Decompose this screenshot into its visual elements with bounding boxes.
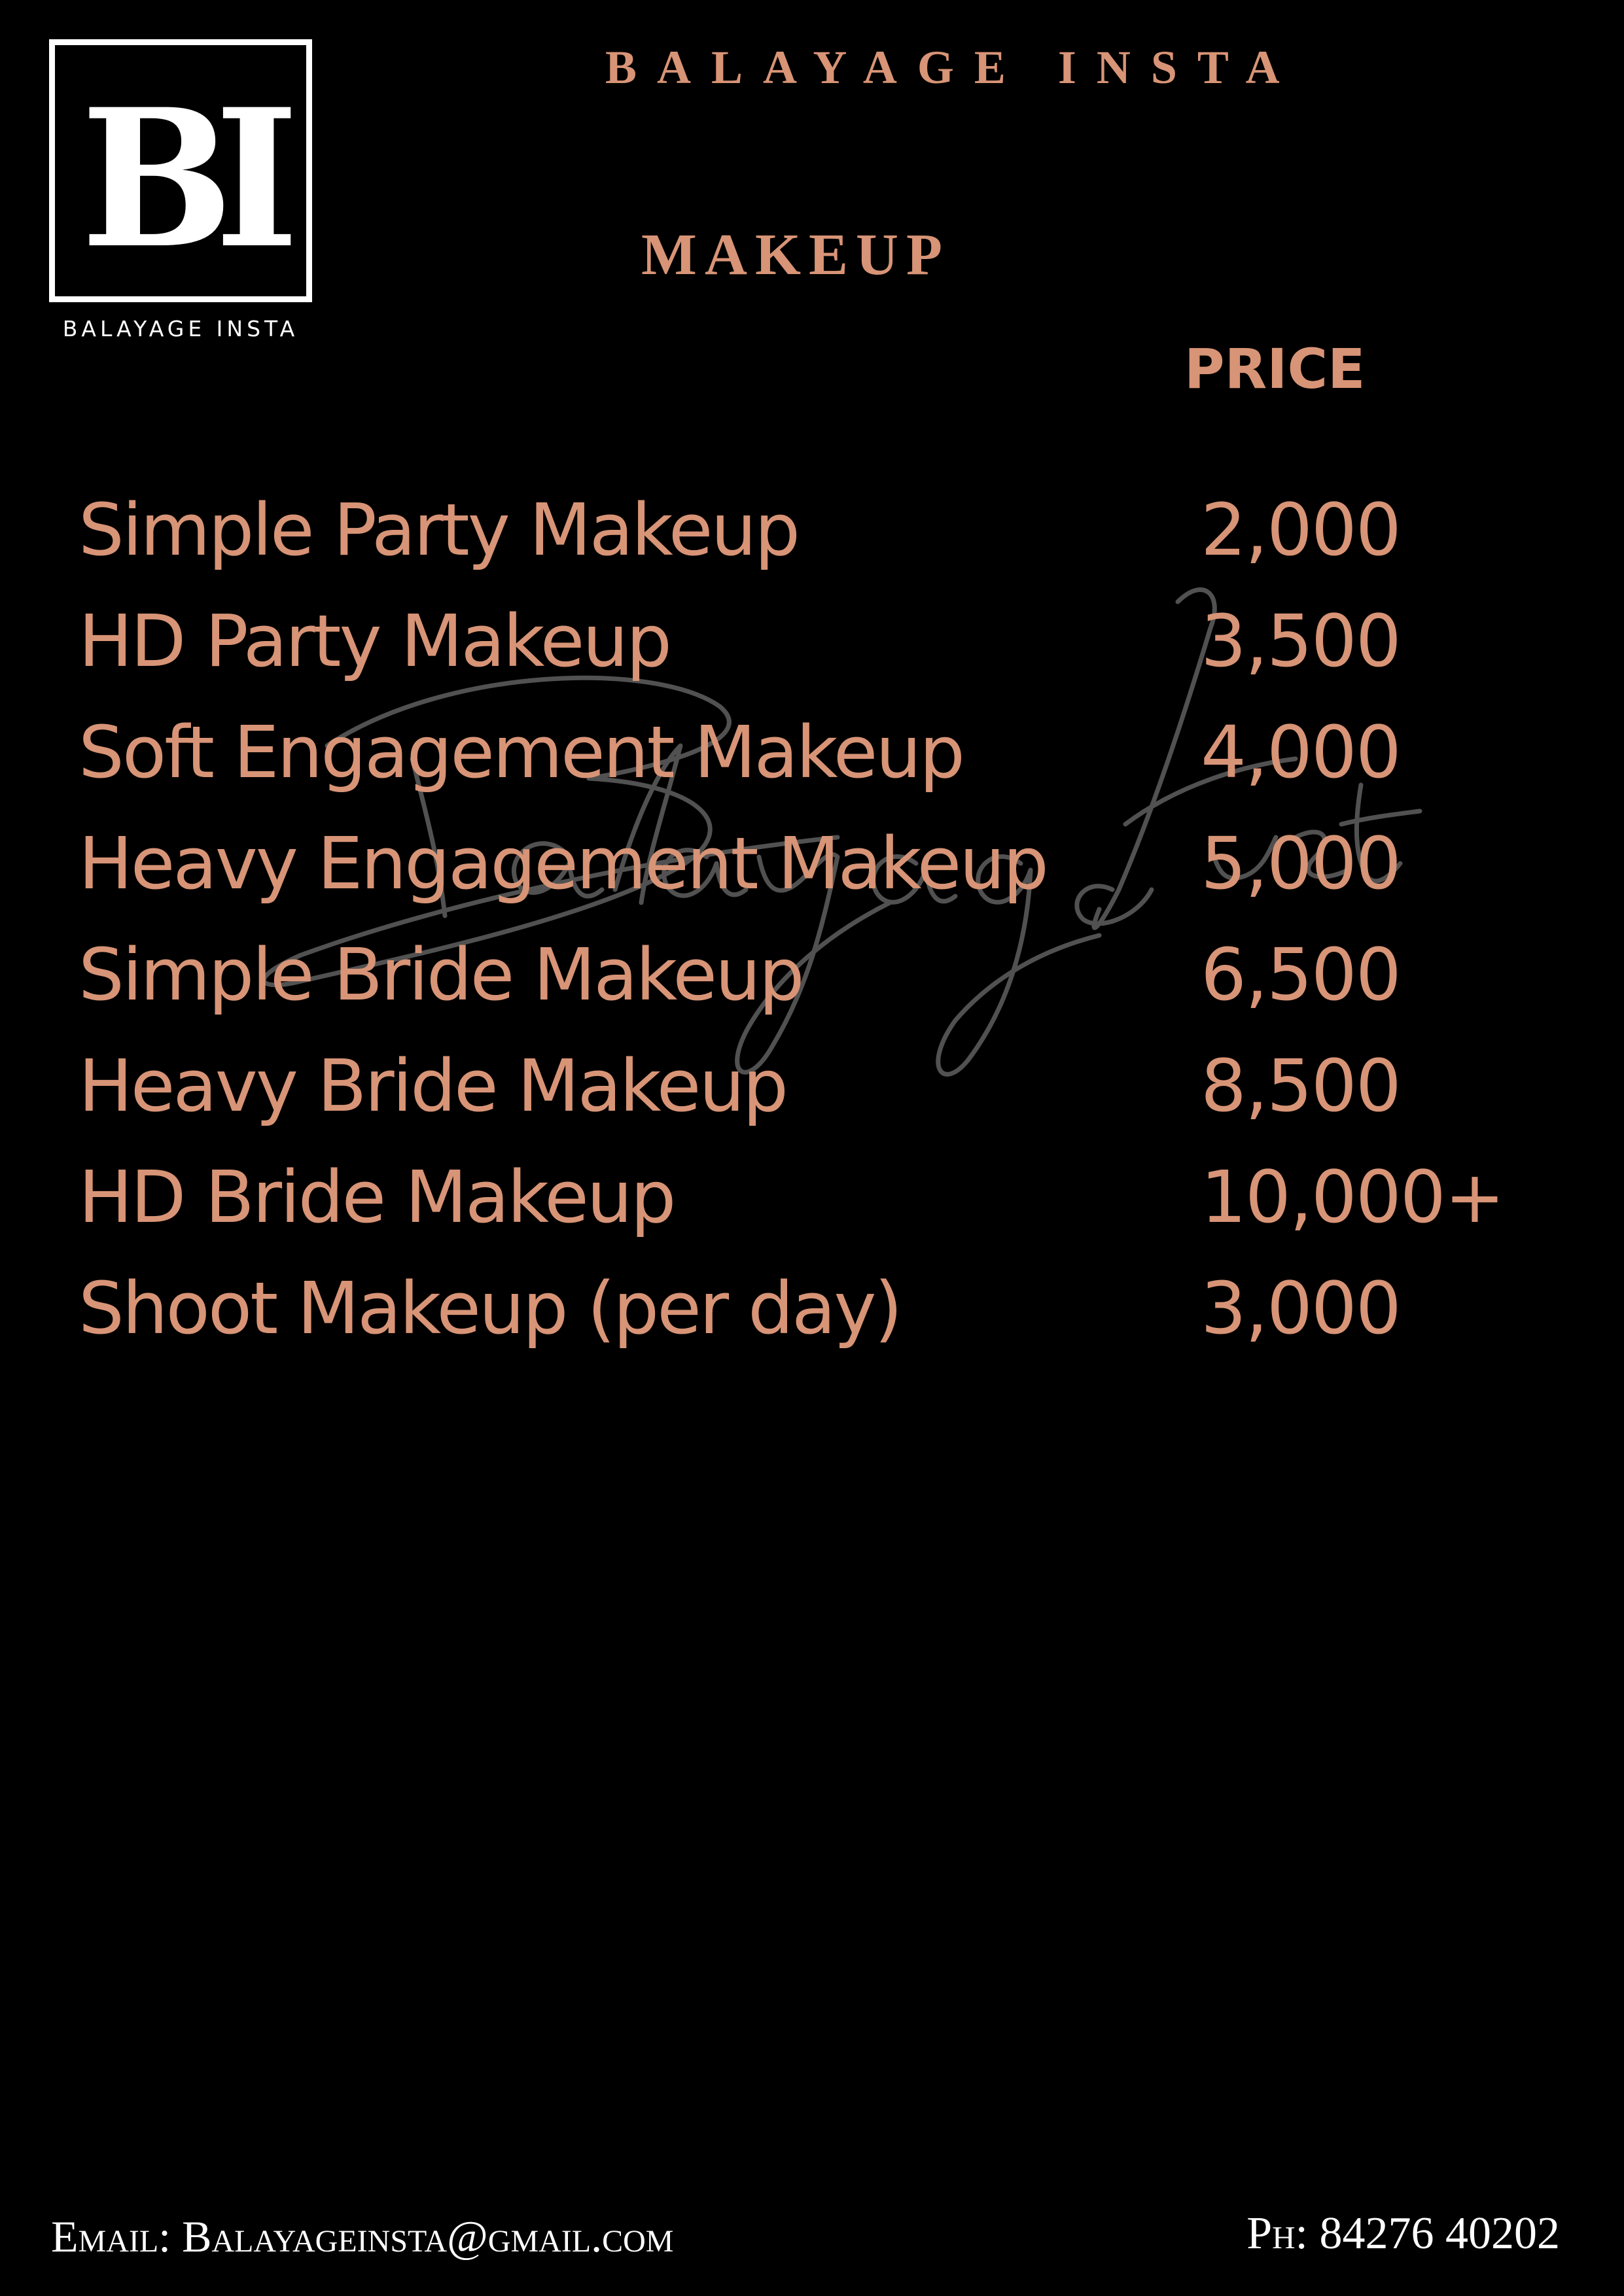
service-price: 10,000+ xyxy=(1201,1155,1505,1239)
service-name: Heavy Bride Makeup xyxy=(79,1044,788,1128)
service-price: 4,000 xyxy=(1201,710,1402,794)
brand-logo: BI xyxy=(49,39,312,302)
service-price: 3,500 xyxy=(1201,599,1402,683)
logo-caption: BALAYAGE INSTA xyxy=(62,316,299,341)
service-name: Heavy Engagement Makeup xyxy=(79,822,1049,905)
service-name: Soft Engagement Makeup xyxy=(79,710,965,794)
service-name: HD Party Makeup xyxy=(79,599,672,683)
service-price: 2,000 xyxy=(1201,488,1402,572)
list-item: HD Bride Makeup 10,000+ xyxy=(0,1151,1624,1262)
service-name: HD Bride Makeup xyxy=(79,1155,676,1239)
logo-monogram: BI xyxy=(80,68,299,290)
list-item: Shoot Makeup (per day) 3,000 xyxy=(0,1262,1624,1374)
brand-header: BALAYAGE INSTA xyxy=(605,41,1300,94)
list-item: Simple Party Makeup 2,000 xyxy=(0,484,1624,595)
service-price: 3,000 xyxy=(1201,1266,1402,1350)
list-item: Soft Engagement Makeup 4,000 xyxy=(0,706,1624,818)
list-item: Heavy Engagement Makeup 5,000 xyxy=(0,818,1624,929)
contact-phone[interactable]: Ph: 84276 40202 xyxy=(1246,2208,1560,2260)
service-name: Simple Bride Makeup xyxy=(79,933,805,1017)
list-item: Heavy Bride Makeup 8,500 xyxy=(0,1040,1624,1151)
list-item: HD Party Makeup 3,500 xyxy=(0,595,1624,706)
service-name: Simple Party Makeup xyxy=(79,488,800,572)
price-column-header: PRICE xyxy=(1184,337,1366,401)
service-price: 5,000 xyxy=(1201,822,1402,905)
contact-email[interactable]: Email: Balayageinsta@gmail.com xyxy=(51,2211,673,2263)
service-price: 6,500 xyxy=(1201,933,1402,1017)
makeup-price-list: Simple Party Makeup 2,000 HD Party Makeu… xyxy=(0,484,1624,1374)
service-name: Shoot Makeup (per day) xyxy=(79,1266,902,1350)
service-price: 8,500 xyxy=(1201,1044,1402,1128)
list-item: Simple Bride Makeup 6,500 xyxy=(0,929,1624,1040)
section-title: MAKEUP xyxy=(641,222,950,287)
